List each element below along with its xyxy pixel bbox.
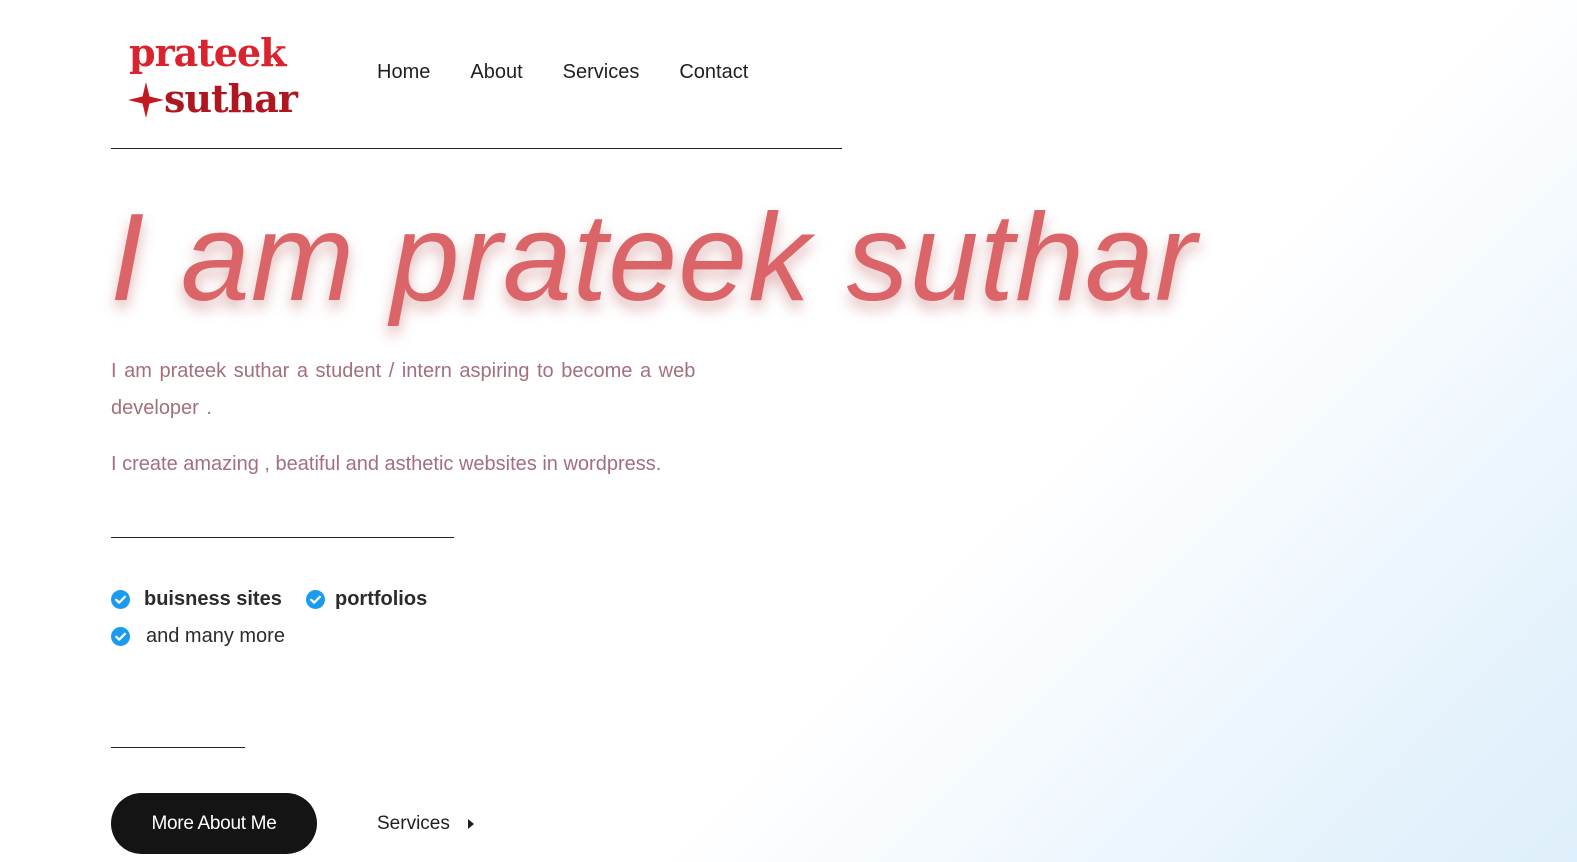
nav-link-contact[interactable]: Contact [679, 60, 748, 84]
check-circle-icon [111, 589, 130, 609]
nav-link-about[interactable]: About [470, 60, 522, 84]
caret-right-icon [467, 819, 474, 829]
nav-link-services[interactable]: Services [563, 60, 640, 84]
cta-divider [111, 747, 245, 748]
feature-label: portfolios [335, 588, 428, 610]
hero-intro-secondary: I create amazing , beatiful and asthetic… [111, 453, 662, 475]
logo-text-line1: prateek [129, 30, 286, 75]
section-divider [111, 537, 454, 538]
services-link-label: Services [377, 813, 450, 834]
site-logo[interactable]: prateek suthar [126, 30, 306, 122]
hero-title: I am prateek suthar [110, 189, 1198, 327]
star-icon [128, 82, 164, 118]
check-circle-icon [111, 626, 130, 646]
header-divider [111, 148, 842, 149]
logo-text-line2: suthar [164, 76, 298, 121]
feature-item-portfolios: portfolios [306, 587, 427, 611]
feature-label: buisness sites [144, 588, 282, 610]
check-circle-icon [306, 589, 325, 609]
feature-item-and-many-more: and many more [111, 624, 285, 648]
main-nav: Home About Services Contact [377, 60, 788, 84]
more-about-me-button[interactable]: More About Me [111, 793, 317, 854]
services-link[interactable]: Services [377, 812, 475, 836]
feature-label: and many more [146, 625, 285, 647]
hero-intro: I am prateek suthar a student / intern a… [111, 360, 696, 419]
page: prateek suthar Home About Services Conta… [0, 0, 1577, 862]
nav-link-home[interactable]: Home [377, 60, 430, 84]
feature-item-business-sites: buisness sites [111, 587, 282, 611]
